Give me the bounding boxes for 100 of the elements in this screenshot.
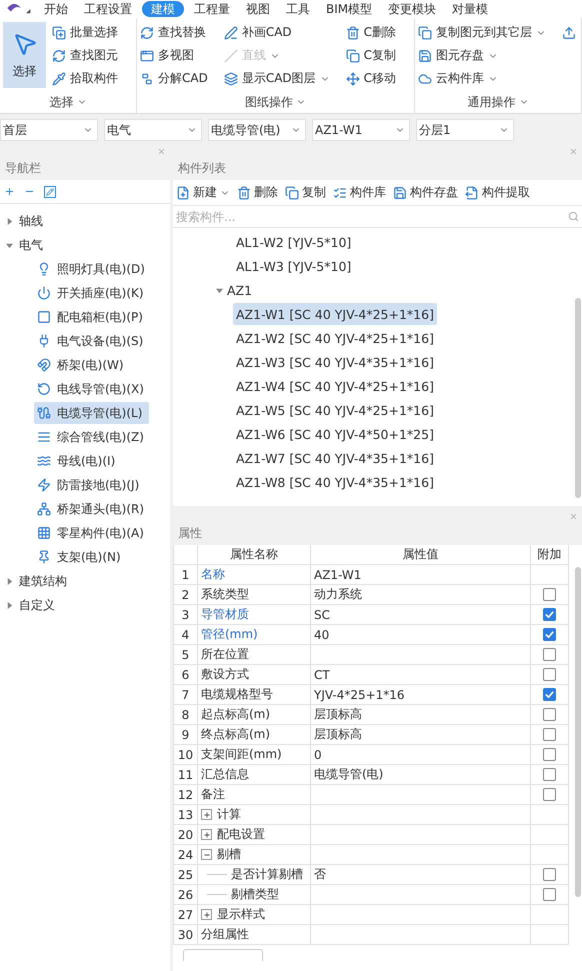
ribbon-button[interactable]: 分解CAD	[140, 68, 208, 89]
tree-item[interactable]: 轴线	[19, 212, 43, 230]
checkbox[interactable]	[543, 608, 556, 621]
expanded-arrow-icon[interactable]	[6, 242, 13, 248]
group-label[interactable]: 通用操作	[415, 91, 581, 113]
ribbon-tab[interactable]: 对量模	[446, 1, 494, 17]
property-value[interactable]: 电缆导管(电)	[311, 765, 531, 785]
close-icon[interactable]	[569, 146, 578, 156]
ribbon-tab[interactable]: 变更模块	[382, 1, 442, 17]
ribbon-button[interactable]: 拾取构件	[52, 68, 118, 89]
checkbox[interactable]	[543, 668, 556, 681]
checkbox[interactable]	[543, 748, 556, 761]
tree-item[interactable]: 防雷接地(电)(J)	[34, 474, 149, 496]
tree-item[interactable]: AZ1-W8 [SC 40 YJV-4*35+1*16]	[233, 471, 437, 493]
checkbox[interactable]	[543, 728, 556, 741]
ribbon-tab[interactable]: 视图	[240, 1, 276, 17]
checkbox[interactable]	[543, 688, 556, 701]
checkbox[interactable]	[543, 888, 556, 901]
tree-item[interactable]: 支架(电)(N)	[34, 546, 149, 568]
checkbox[interactable]	[543, 588, 556, 601]
tree-item[interactable]: AZ1-W7 [SC 40 YJV-4*35+1*16]	[233, 447, 437, 469]
close-icon[interactable]	[569, 512, 578, 520]
group-label[interactable]: 选择	[0, 91, 136, 113]
scrollbar[interactable]	[575, 567, 581, 897]
tree-item[interactable]: 母线(电)(I)	[34, 450, 149, 472]
dropdown-select[interactable]: AZ1-W1	[312, 119, 410, 141]
ribbon-tab[interactable]: 建模	[142, 1, 184, 17]
tree-item[interactable]: 桥架(电)(W)	[34, 354, 149, 376]
upload-icon[interactable]	[562, 26, 576, 40]
collapse-icon[interactable]	[201, 849, 212, 860]
tree-item[interactable]: 桥架通头(电)(R)	[34, 498, 149, 520]
toolbar-button[interactable]: 删除	[237, 184, 278, 201]
tree-item[interactable]: 开关插座(电)(K)	[34, 282, 149, 304]
ribbon-button[interactable]: 图元存盘	[418, 45, 546, 66]
ribbon-button[interactable]: C复制	[346, 45, 396, 66]
tree-item[interactable]: AZ1-W5 [SC 40 YJV-4*25+1*16]	[233, 399, 437, 421]
select-button[interactable]: 选择	[3, 22, 46, 88]
property-value[interactable]: 0	[311, 745, 531, 765]
collapsed-arrow-icon[interactable]	[6, 602, 13, 608]
ribbon-button[interactable]: C删除	[346, 22, 396, 43]
ribbon-tab[interactable]: BIM模型	[320, 1, 378, 17]
ribbon-button[interactable]: 复制图元到其它层	[418, 22, 546, 43]
dropdown-select[interactable]: 电气	[104, 119, 202, 141]
toolbar-button[interactable]: 复制	[285, 184, 326, 201]
tree-item[interactable]: 电气	[19, 236, 43, 254]
ribbon-button[interactable]: 云构件库	[418, 68, 546, 89]
dropdown-select[interactable]: 首层	[0, 119, 98, 141]
ribbon-button[interactable]: 批量选择	[52, 22, 118, 43]
toolbar-button[interactable]: 构件存盘	[393, 184, 458, 201]
close-icon[interactable]	[157, 146, 166, 156]
ribbon-tab[interactable]: 开始	[38, 1, 74, 17]
ribbon-button[interactable]: 显示CAD图层	[224, 68, 330, 89]
toolbar-button[interactable]: 构件提取	[465, 184, 530, 201]
tree-item[interactable]: AZ1-W4 [SC 40 YJV-4*25+1*16]	[233, 375, 437, 397]
tree-item[interactable]: AZ1-W1 [SC 40 YJV-4*25+1*16]	[233, 303, 437, 325]
ribbon-button[interactable]: 补画CAD	[224, 22, 330, 43]
tree-item[interactable]: AL1-W2 [YJV-5*10]	[233, 231, 354, 253]
collapsed-arrow-icon[interactable]	[6, 218, 13, 224]
tree-item[interactable]: 电缆导管(电)(L)	[34, 402, 149, 424]
checkbox[interactable]	[543, 768, 556, 781]
checkbox[interactable]	[543, 788, 556, 801]
plus-icon[interactable]	[4, 186, 15, 197]
tree-item[interactable]: AZ1-W2 [SC 40 YJV-4*25+1*16]	[233, 327, 437, 349]
property-value[interactable]: 层顶标高	[311, 725, 531, 745]
property-value[interactable]: AZ1-W1	[311, 565, 531, 585]
property-value[interactable]: 层顶标高	[311, 705, 531, 725]
ribbon-button[interactable]: 查找图元	[52, 45, 118, 66]
tree-item[interactable]: 综合管线(电)(Z)	[34, 426, 149, 448]
ribbon-button[interactable]: C移动	[346, 68, 396, 89]
ribbon-button[interactable]: 查找替换	[140, 22, 208, 43]
property-value[interactable]: SC	[311, 605, 531, 625]
property-value[interactable]: 40	[311, 625, 531, 645]
tree-item[interactable]: 自定义	[19, 596, 55, 614]
checkbox[interactable]	[543, 708, 556, 721]
expand-icon[interactable]	[201, 809, 212, 820]
tree-item[interactable]: AZ1	[227, 282, 252, 298]
ribbon-tab[interactable]: 工具	[280, 1, 316, 17]
dropdown-select[interactable]: 分层1	[416, 119, 514, 141]
checkbox[interactable]	[543, 628, 556, 641]
checkbox[interactable]	[543, 868, 556, 881]
property-value[interactable]: 动力系统	[311, 585, 531, 605]
property-value[interactable]: YJV-4*25+1*16	[311, 685, 531, 705]
toolbar-button[interactable]: 新建	[176, 184, 230, 201]
scrollbar[interactable]	[575, 298, 581, 498]
ribbon-button[interactable]: 多视图	[140, 45, 208, 66]
search-icon[interactable]	[568, 211, 579, 222]
expanded-arrow-icon[interactable]	[216, 286, 223, 294]
tree-item[interactable]: 照明灯具(电)(D)	[34, 258, 149, 280]
expand-icon[interactable]	[201, 829, 212, 840]
dropdown-select[interactable]: 电缆导管(电)	[208, 119, 306, 141]
tree-item[interactable]: AZ1-W3 [SC 40 YJV-4*35+1*16]	[233, 351, 437, 373]
tree-item[interactable]: 电气设备(电)(S)	[34, 330, 149, 352]
tree-item[interactable]: 建筑结构	[19, 572, 67, 590]
property-value[interactable]: 否	[311, 865, 531, 885]
tree-item[interactable]: AZ1-W6 [SC 40 YJV-4*50+1*25]	[233, 423, 437, 445]
group-label[interactable]: 图纸操作	[137, 91, 414, 113]
property-value[interactable]: CT	[311, 665, 531, 685]
toolbar-button[interactable]: 构件库	[333, 184, 386, 201]
tree-item[interactable]: 电线导管(电)(X)	[34, 378, 149, 400]
collapsed-arrow-icon[interactable]	[6, 578, 13, 584]
